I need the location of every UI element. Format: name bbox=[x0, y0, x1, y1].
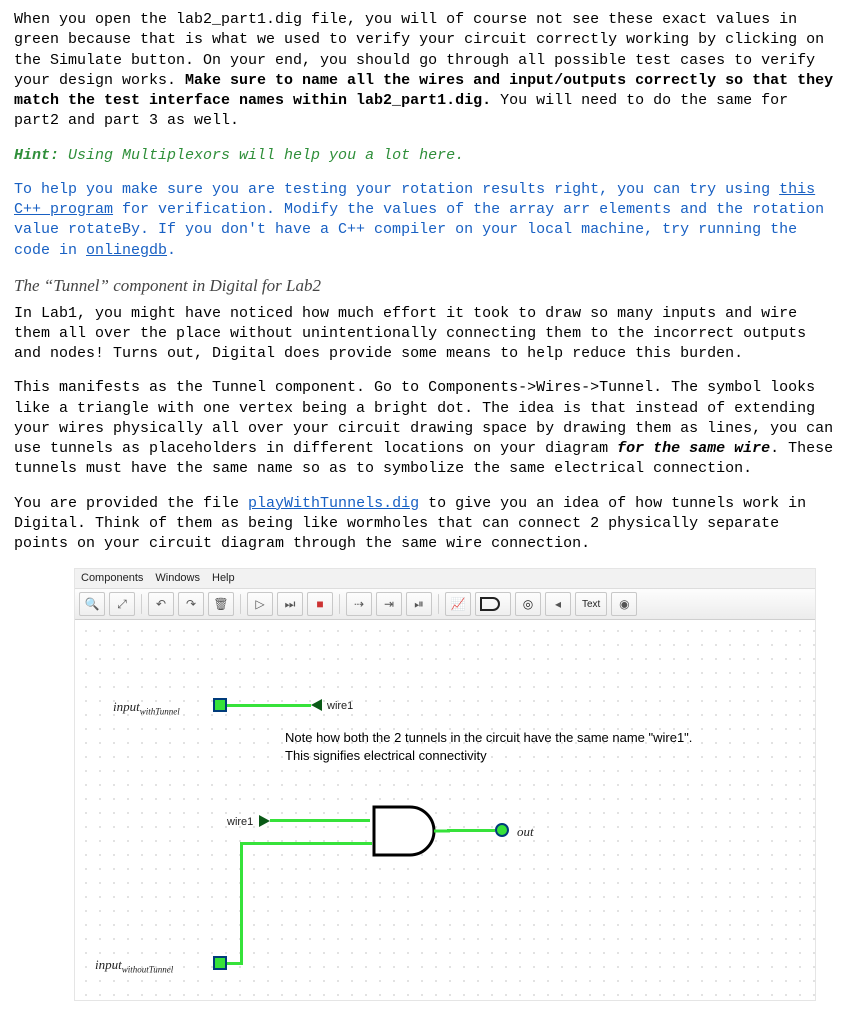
wire-bottom-v bbox=[240, 842, 243, 965]
triangle-left-icon[interactable]: ◂ bbox=[545, 592, 571, 616]
digital-screenshot: Components Windows Help 🔍 ⤢ ↶ ↷ 🗑 ▷ ⏭ ■ … bbox=[74, 568, 816, 1001]
hint-text: Using Multiplexors will help you a lot h… bbox=[59, 147, 464, 164]
separator-icon bbox=[141, 594, 142, 614]
tunnel-note-line1: Note how both the 2 tunnels in the circu… bbox=[285, 730, 692, 746]
playwithtunnels-link[interactable]: playWithTunnels.dig bbox=[248, 495, 419, 512]
wire-top bbox=[227, 704, 311, 707]
input-with-tunnel-port[interactable] bbox=[213, 698, 227, 712]
zoom-fit-icon[interactable]: ⤢ bbox=[109, 592, 135, 616]
input-without-tunnel-port[interactable] bbox=[213, 956, 227, 970]
text-tool-button[interactable]: Text bbox=[575, 592, 607, 616]
undo-icon[interactable]: ↶ bbox=[148, 592, 174, 616]
hint-label: Hint: bbox=[14, 147, 59, 164]
verify-text-c: . bbox=[167, 242, 176, 259]
hint-line: Hint: Using Multiplexors will help you a… bbox=[14, 146, 836, 166]
menubar: Components Windows Help bbox=[75, 569, 815, 589]
tunnel-intro-paragraph: In Lab1, you might have noticed how much… bbox=[14, 304, 836, 365]
separator-icon bbox=[339, 594, 340, 614]
intro-paragraph: When you open the lab2_part1.dig file, y… bbox=[14, 10, 836, 132]
step2-icon[interactable]: ⇥ bbox=[376, 592, 402, 616]
output-label: out bbox=[517, 823, 534, 841]
gate-icon[interactable] bbox=[475, 592, 511, 616]
output-icon[interactable]: ◉ bbox=[611, 592, 637, 616]
and-gate[interactable] bbox=[370, 803, 440, 859]
separator-icon bbox=[438, 594, 439, 614]
zoom-in-icon[interactable]: 🔍 bbox=[79, 592, 105, 616]
circuit-canvas: inputwithTunnel wire1 Note how both the … bbox=[75, 620, 815, 1000]
tunnel-file-paragraph: You are provided the file playWithTunnel… bbox=[14, 494, 836, 555]
delete-icon[interactable]: 🗑 bbox=[208, 592, 234, 616]
tunnel-wire1-label-b: wire1 bbox=[227, 815, 253, 830]
section-heading: The “Tunnel” component in Digital for La… bbox=[14, 275, 836, 298]
verification-paragraph: To help you make sure you are testing yo… bbox=[14, 180, 836, 261]
fast-forward-icon[interactable]: ⏭ bbox=[277, 592, 303, 616]
menu-help[interactable]: Help bbox=[212, 571, 235, 586]
redo-icon[interactable]: ↷ bbox=[178, 592, 204, 616]
input-with-tunnel-label: inputwithTunnel bbox=[113, 698, 180, 718]
output-port[interactable] bbox=[495, 823, 509, 837]
tunnel-file-a: You are provided the file bbox=[14, 495, 248, 512]
graph-icon[interactable]: 📈 bbox=[445, 592, 471, 616]
wire-bottom-h2 bbox=[240, 842, 372, 845]
toolbar: 🔍 ⤢ ↶ ↷ 🗑 ▷ ⏭ ■ ⇢ ⇥ ⏯ 📈 ◎ ◂ Text ◉ bbox=[75, 589, 815, 620]
tunnel-wire1-sink-icon[interactable] bbox=[311, 699, 322, 711]
input-icon[interactable]: ◎ bbox=[515, 592, 541, 616]
verify-text-a: To help you make sure you are testing yo… bbox=[14, 181, 779, 198]
menu-windows[interactable]: Windows bbox=[155, 571, 200, 586]
input-without-tunnel-label: inputwithoutTunnel bbox=[95, 956, 173, 976]
tunnel-explain-paragraph: This manifests as the Tunnel component. … bbox=[14, 378, 836, 479]
stop-icon[interactable]: ■ bbox=[307, 592, 333, 616]
menu-components[interactable]: Components bbox=[81, 571, 143, 586]
play-icon[interactable]: ▷ bbox=[247, 592, 273, 616]
wire-out bbox=[447, 829, 495, 832]
wire-gate-top bbox=[270, 819, 370, 822]
tunnel-note-line2: This signifies electrical connectivity bbox=[285, 748, 487, 764]
step3-icon[interactable]: ⏯ bbox=[406, 592, 432, 616]
tunnel-explain-bold: for the same wire bbox=[617, 440, 770, 457]
step-icon[interactable]: ⇢ bbox=[346, 592, 372, 616]
tunnel-wire1-label-a: wire1 bbox=[327, 699, 353, 714]
onlinegdb-link[interactable]: onlinegdb bbox=[86, 242, 167, 259]
tunnel-wire1-source-icon[interactable] bbox=[259, 815, 270, 827]
separator-icon bbox=[240, 594, 241, 614]
